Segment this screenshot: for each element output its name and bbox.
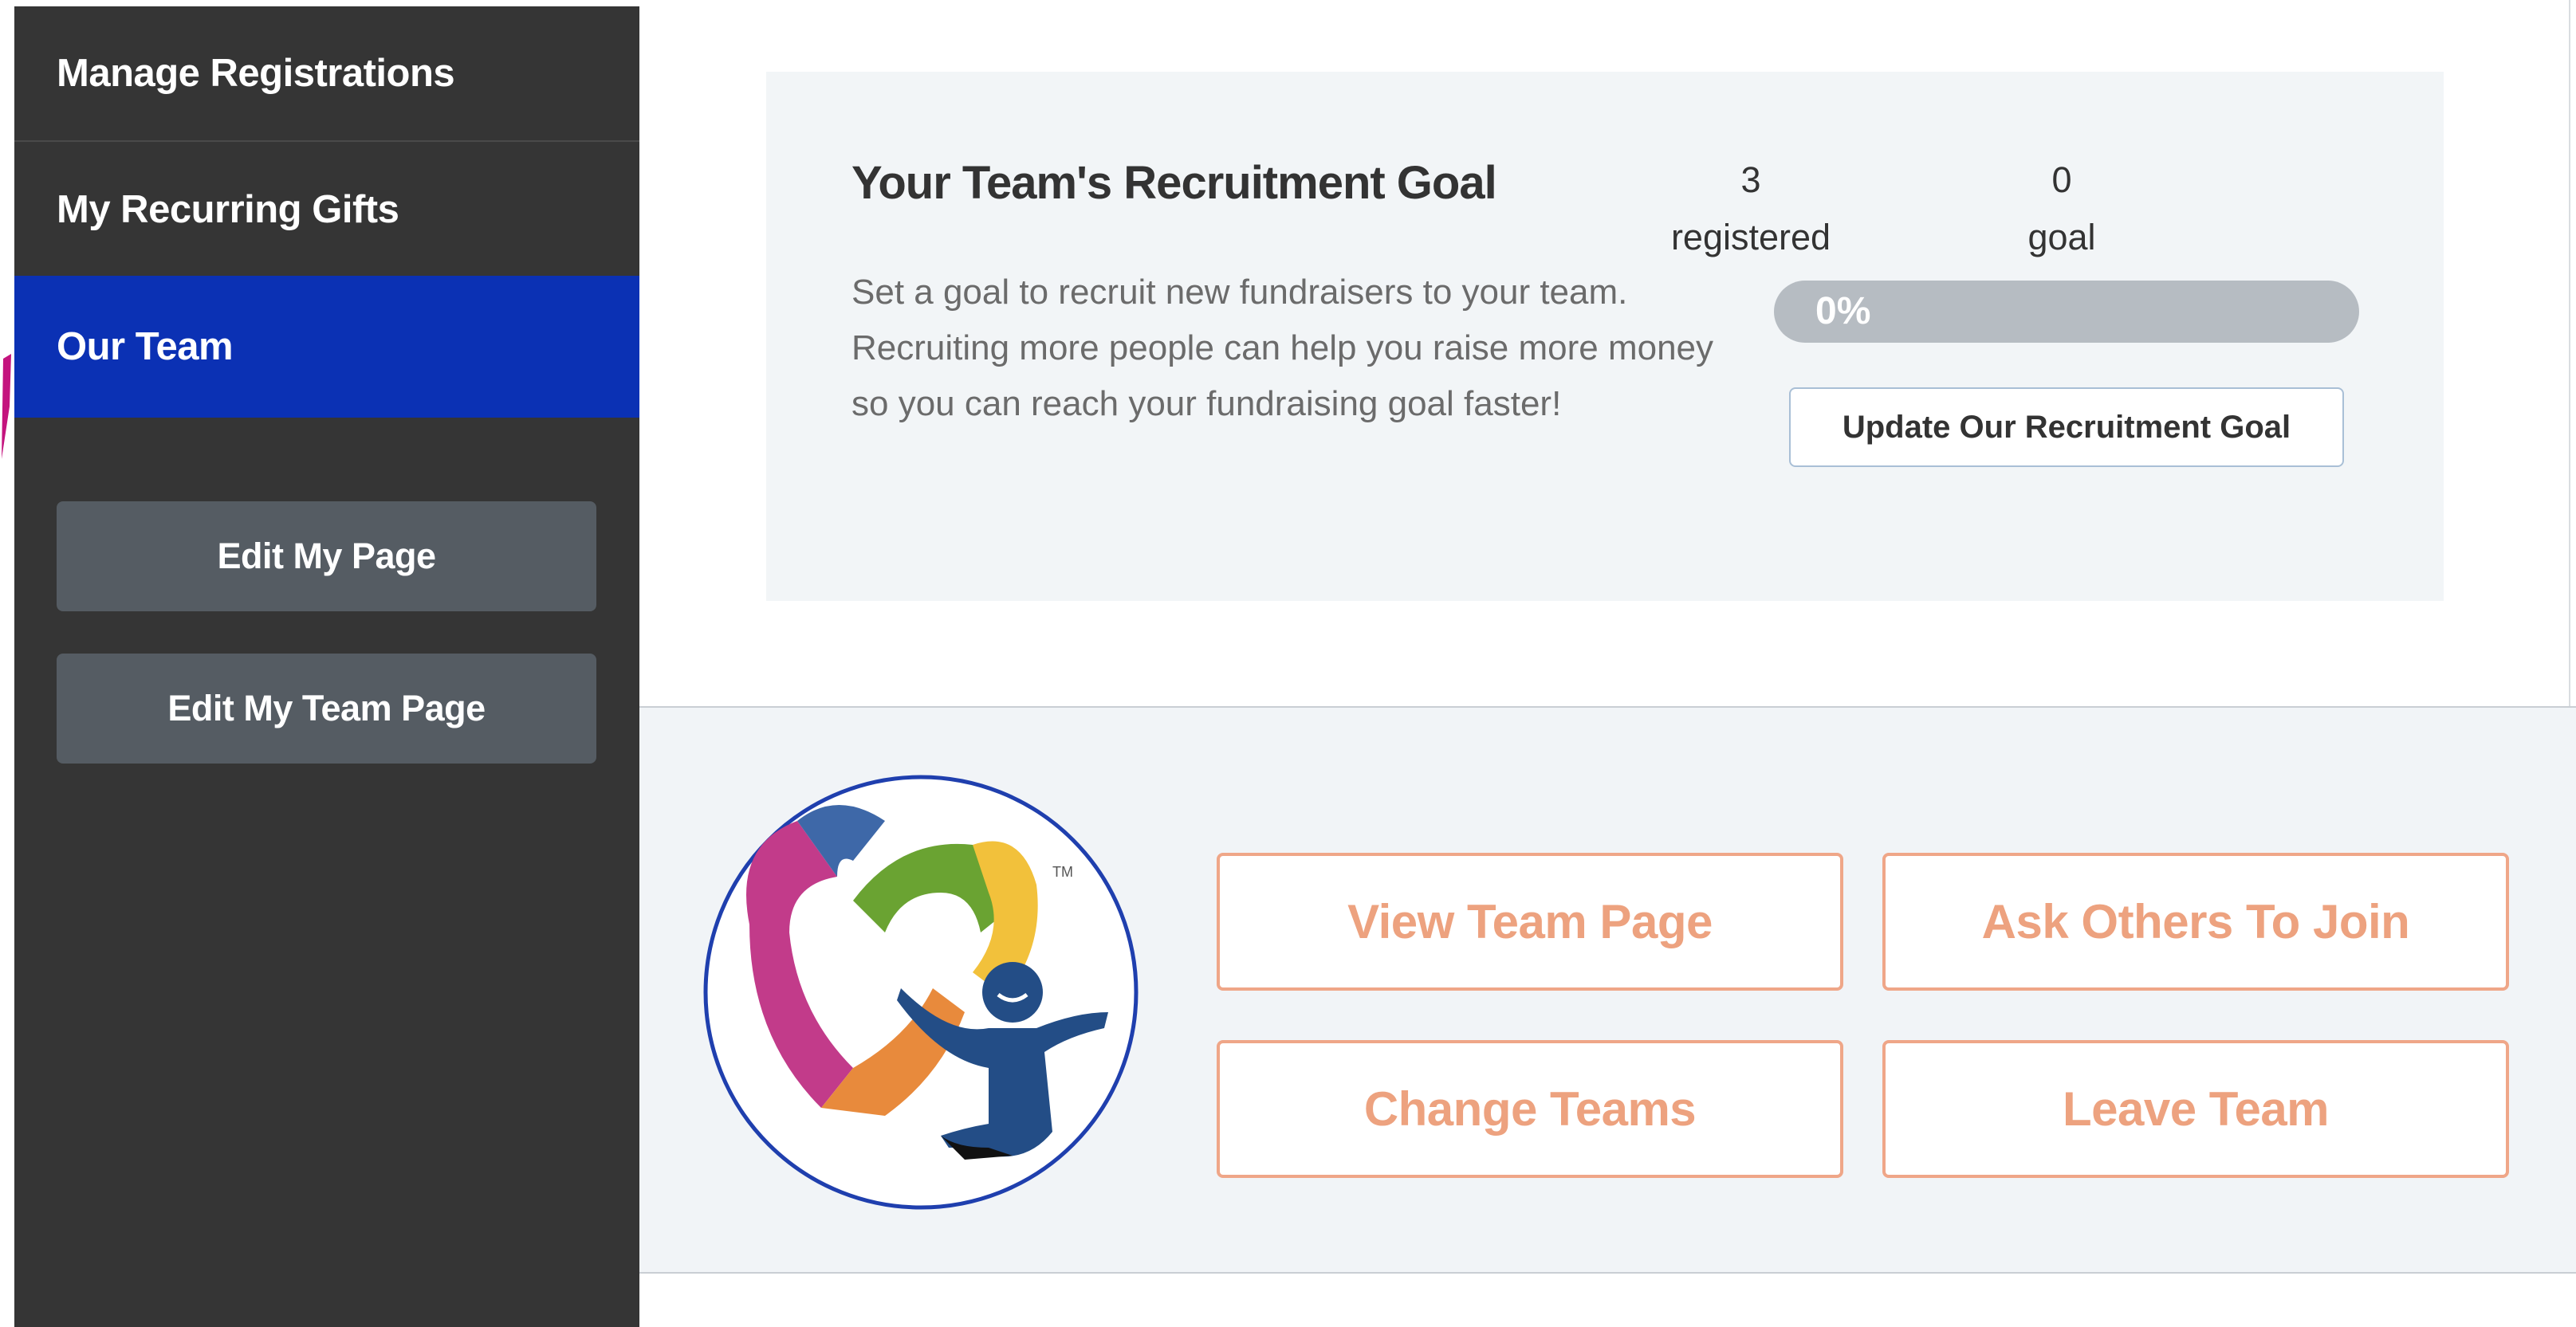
goal-label: goal — [2027, 217, 2096, 257]
recruitment-goal-description: Set a goal to recruit new fundraisers to… — [851, 273, 1714, 423]
update-recruitment-goal-button[interactable]: Update Our Recruitment Goal — [1789, 387, 2344, 467]
ask-others-to-join-button[interactable]: Ask Others To Join — [1882, 853, 2509, 991]
heart-person-logo-icon: TM — [703, 775, 1139, 1210]
change-teams-button[interactable]: Change Teams — [1217, 1040, 1843, 1178]
edit-my-page-button[interactable]: Edit My Page — [57, 501, 596, 611]
recruitment-goal-panel: Your Team's Recruitment Goal Set a goal … — [766, 72, 2444, 601]
registered-count: 3 — [1740, 159, 1761, 200]
edit-my-team-page-button[interactable]: Edit My Team Page — [57, 654, 596, 764]
registered-label: registered — [1670, 217, 1831, 257]
goal-stat: 0 goal — [1942, 151, 2181, 266]
recruitment-goal-title: Your Team's Recruitment Goal — [851, 157, 1497, 209]
recruitment-progress-bar: 0% — [1774, 281, 2359, 343]
logo-trademark: TM — [1052, 864, 1073, 880]
recruitment-progress-text: 0% — [1815, 290, 1871, 332]
nav-my-recurring-gifts[interactable]: My Recurring Gifts — [14, 142, 639, 277]
leave-team-button[interactable]: Leave Team — [1882, 1040, 2509, 1178]
content-border — [2569, 0, 2570, 706]
goal-count: 0 — [2051, 159, 2072, 200]
registered-stat: 3 registered — [1631, 151, 1870, 266]
view-team-page-button[interactable]: View Team Page — [1217, 853, 1843, 991]
nav-manage-registrations[interactable]: Manage Registrations — [14, 6, 639, 142]
edge-decoration — [2, 354, 11, 459]
sidebar: Manage Registrations My Recurring Gifts … — [14, 6, 639, 1327]
nav-our-team[interactable]: Our Team — [14, 276, 639, 418]
